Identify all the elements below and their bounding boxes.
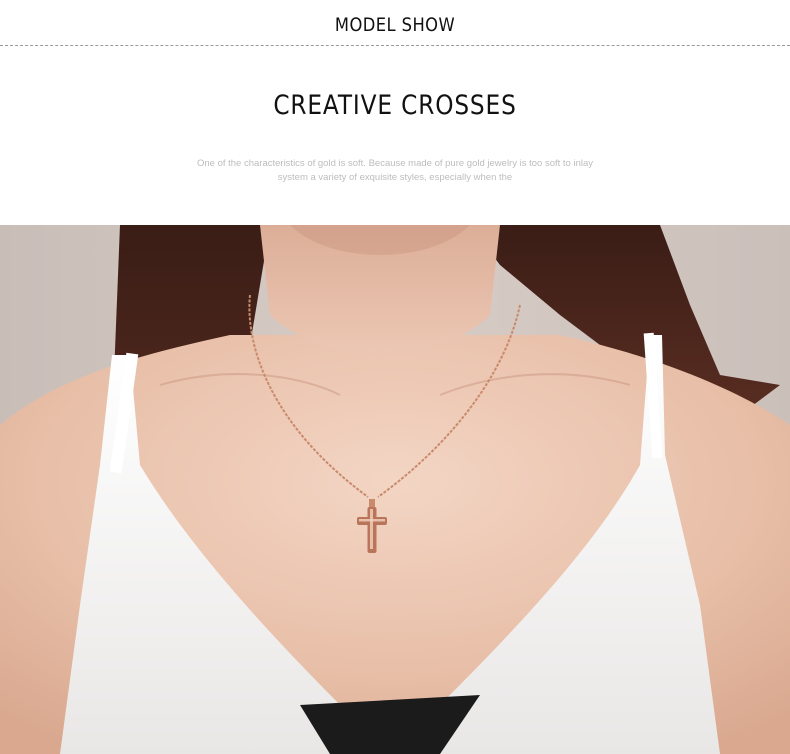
section-header: MODEL SHOW <box>0 0 790 48</box>
product-headline: CREATIVE CROSSES <box>273 90 517 121</box>
dashed-divider <box>0 45 790 46</box>
model-photo-illustration <box>0 225 790 754</box>
product-description: One of the characteristics of gold is so… <box>196 158 594 183</box>
section-title: MODEL SHOW <box>334 14 456 36</box>
model-photo <box>0 225 790 754</box>
